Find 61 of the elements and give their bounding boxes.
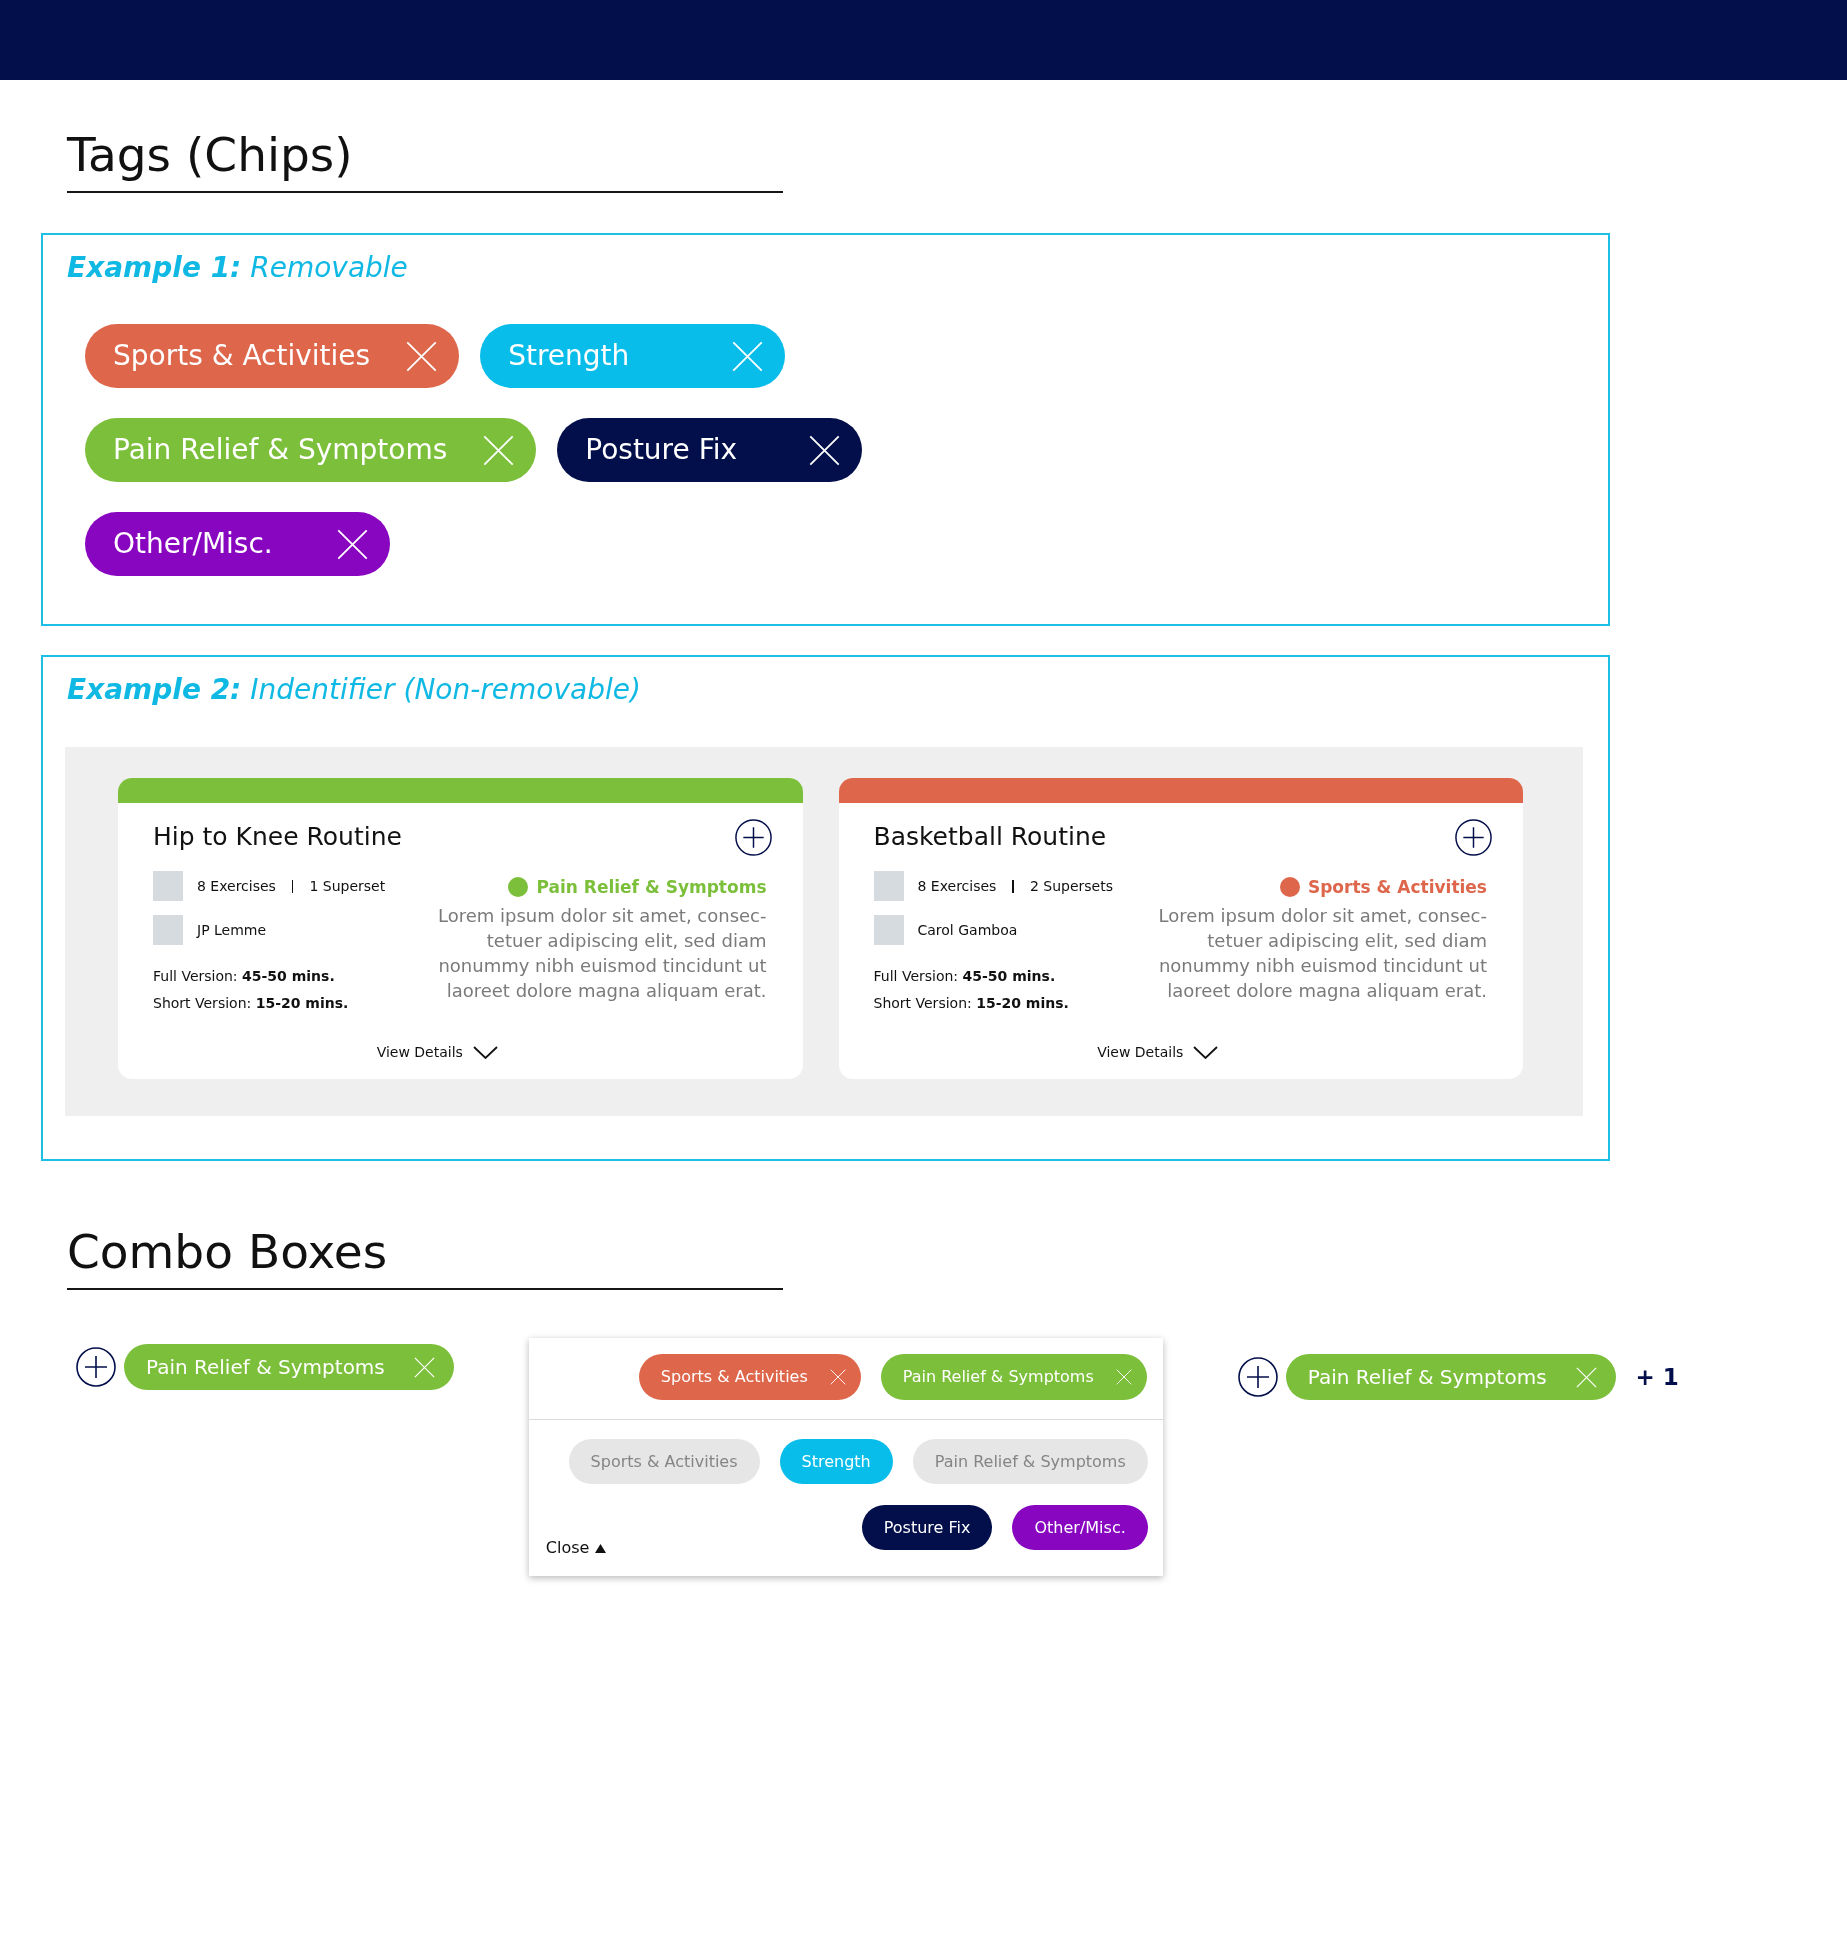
section-title: Combo Boxes <box>67 1224 388 1280</box>
close-icon <box>809 434 841 466</box>
chevron-down-icon <box>1193 1045 1219 1059</box>
plus-circle-icon <box>76 1347 116 1387</box>
more-count: + 1 <box>1635 1364 1679 1390</box>
full-version-text: Full Version: 45-50 mins. <box>153 967 335 986</box>
exercise-count: 8 Exercises <box>917 877 997 895</box>
superset-count: 2 Supersets <box>1029 877 1113 895</box>
card-description: Lorem ipsum dolor sit amet, consec- tetuer adipiscing elit, sed diam nonummy nibh euismod tincidunt ut laoreet dolore magna aliquam erat. <box>1158 904 1487 1003</box>
close-icon <box>413 1356 435 1378</box>
short-version-text: Short Version: 15-20 mins. <box>153 994 349 1013</box>
view-details-button[interactable]: View Details <box>376 1042 498 1062</box>
close-icon <box>337 528 368 560</box>
close-icon <box>829 1369 846 1385</box>
category-label: Pain Relief & Symptoms <box>536 876 767 898</box>
section-title: Tags (Chips) <box>67 127 353 183</box>
chip-label: Sports & Activities <box>660 1367 808 1387</box>
add-button[interactable] <box>1237 1357 1278 1397</box>
plus-circle-icon <box>734 818 772 856</box>
chip-label: Pain Relief & Symptoms <box>113 433 448 467</box>
plus-circle-icon <box>1237 1357 1278 1397</box>
example-title: Example 2: Indentifier (Non-removable) <box>67 673 641 707</box>
chip-label: Pain Relief & Symptoms <box>902 1367 1094 1387</box>
chip-label: Posture Fix <box>585 433 738 467</box>
category-label: Sports & Activities <box>1307 876 1487 898</box>
thumbnail-placeholder <box>873 871 904 901</box>
plus-circle-icon <box>1455 818 1492 856</box>
remove-button[interactable] <box>337 528 368 560</box>
chip-label: Pain Relief & Symptoms <box>146 1355 385 1379</box>
close-icon <box>732 340 764 372</box>
close-icon <box>483 434 515 466</box>
superset-count: 1 Superset <box>309 877 386 895</box>
chip-label: Pain Relief & Symptoms <box>1307 1365 1547 1389</box>
chip-label: Other/Misc. <box>113 527 273 561</box>
close-button[interactable]: Close <box>545 1538 607 1558</box>
exercise-count: 8 Exercises <box>197 877 276 895</box>
close-icon <box>1575 1366 1597 1388</box>
option-chip[interactable]: Posture Fix <box>861 1505 993 1550</box>
option-chip[interactable]: Other/Misc. <box>1012 1505 1148 1550</box>
add-button[interactable] <box>734 818 772 856</box>
add-button[interactable] <box>76 1347 116 1387</box>
add-button[interactable] <box>1455 818 1492 856</box>
thumbnail-placeholder <box>153 915 183 945</box>
caret-up-icon <box>595 1543 607 1553</box>
thumbnail-placeholder <box>153 871 183 901</box>
author-name: Carol Gamboa <box>917 921 1018 939</box>
short-version-text: Short Version: 15-20 mins. <box>873 994 1069 1013</box>
thumbnail-placeholder <box>873 915 904 945</box>
example-title: Example 1: Removable <box>67 251 408 285</box>
view-details-button[interactable]: View Details <box>1097 1042 1219 1062</box>
chevron-down-icon <box>472 1045 498 1059</box>
chip-label: Sports & Activities <box>113 339 371 373</box>
author-name: JP Lemme <box>197 921 267 939</box>
close-icon <box>1115 1369 1132 1385</box>
card-description: Lorem ipsum dolor sit amet, consec- tetuer adipiscing elit, sed diam nonummy nibh euismod tincidunt ut laoreet dolore magna aliquam erat. <box>437 904 767 1003</box>
full-version-text: Full Version: 45-50 mins. <box>873 967 1056 986</box>
close-icon <box>406 340 438 372</box>
card-title: Hip to Knee Routine <box>153 822 402 852</box>
remove-button[interactable] <box>809 434 841 466</box>
card-title: Basketball Routine <box>873 822 1107 852</box>
chip-label: Strength <box>508 339 630 373</box>
